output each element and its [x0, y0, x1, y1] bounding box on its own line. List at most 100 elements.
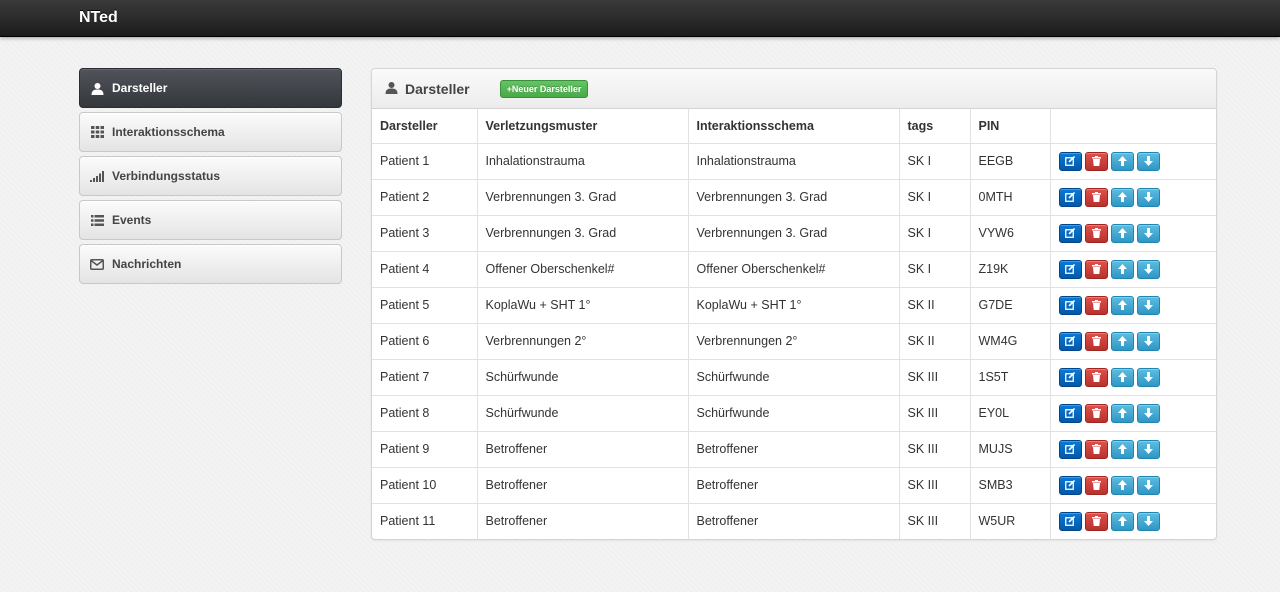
delete-button[interactable] [1084, 439, 1108, 459]
verletzungsmuster-cell: Schürfwunde [477, 359, 689, 396]
actions-cell [1050, 179, 1216, 216]
move-up-button[interactable] [1110, 295, 1134, 315]
user-icon [90, 81, 104, 95]
edit-button[interactable] [1058, 187, 1082, 207]
move-up-button[interactable] [1110, 511, 1134, 531]
move-down-button[interactable] [1136, 187, 1160, 207]
darsteller-cell: Patient 1 [372, 143, 478, 180]
move-down-button[interactable] [1136, 223, 1160, 243]
sidebar-item-verbindungsstatus[interactable]: Verbindungsstatus [79, 156, 342, 196]
pin-cell: 0MTH [970, 179, 1051, 216]
sidebar-item-events[interactable]: Events [79, 200, 342, 240]
arrow-up-icon [1117, 228, 1127, 238]
move-up-button[interactable] [1110, 151, 1134, 171]
new-darsteller-button[interactable]: +Neuer Darsteller [499, 79, 589, 98]
move-down-button[interactable] [1136, 295, 1160, 315]
tags-cell: SK I [899, 215, 971, 252]
sidebar-item-nachrichten[interactable]: Nachrichten [79, 244, 342, 284]
arrow-up-icon [1117, 156, 1127, 166]
arrow-down-icon [1143, 444, 1153, 454]
darsteller-cell: Patient 5 [372, 287, 478, 324]
delete-button[interactable] [1084, 295, 1108, 315]
tags-cell: SK III [899, 359, 971, 396]
actions-cell [1050, 287, 1216, 324]
move-up-button[interactable] [1110, 403, 1134, 423]
edit-button[interactable] [1058, 439, 1082, 459]
interaktionsschema-cell: Inhalationstrauma [688, 143, 900, 180]
delete-button[interactable] [1084, 511, 1108, 531]
tags-cell: SK III [899, 467, 971, 504]
move-up-button[interactable] [1110, 187, 1134, 207]
tags-cell: SK I [899, 179, 971, 216]
edit-button[interactable] [1058, 475, 1082, 495]
tags-cell: SK II [899, 323, 971, 360]
column-header-verletzungsmuster[interactable]: Verletzungsmuster [477, 109, 689, 144]
delete-button[interactable] [1084, 403, 1108, 423]
delete-button[interactable] [1084, 187, 1108, 207]
pin-cell: MUJS [970, 431, 1051, 468]
delete-button[interactable] [1084, 259, 1108, 279]
panel-title: Darsteller [405, 80, 470, 97]
move-down-button[interactable] [1136, 475, 1160, 495]
move-down-button[interactable] [1136, 439, 1160, 459]
move-up-button[interactable] [1110, 259, 1134, 279]
move-down-button[interactable] [1136, 367, 1160, 387]
arrow-down-icon [1143, 192, 1153, 202]
darsteller-cell: Patient 7 [372, 359, 478, 396]
sidebar-item-interaktionsschema[interactable]: Interaktionsschema [79, 112, 342, 152]
move-down-button[interactable] [1136, 511, 1160, 531]
column-header-darsteller[interactable]: Darsteller [372, 109, 478, 144]
edit-button[interactable] [1058, 511, 1082, 531]
edit-icon [1065, 264, 1075, 274]
delete-button[interactable] [1084, 151, 1108, 171]
arrow-up-icon [1117, 480, 1127, 490]
arrow-down-icon [1143, 264, 1153, 274]
edit-button[interactable] [1058, 151, 1082, 171]
delete-button[interactable] [1084, 223, 1108, 243]
trash-icon [1091, 480, 1101, 490]
actions-cell [1050, 323, 1216, 360]
move-up-button[interactable] [1110, 367, 1134, 387]
row-actions [1058, 403, 1209, 423]
sidebar-item-label: Nachrichten [112, 257, 182, 271]
delete-button[interactable] [1084, 475, 1108, 495]
darsteller-panel: Darsteller +Neuer Darsteller Darsteller … [371, 68, 1217, 540]
table-row: Patient 11 Betroffener Betroffener SK III W5… [372, 503, 1216, 539]
edit-button[interactable] [1058, 331, 1082, 351]
darsteller-cell: Patient 3 [372, 215, 478, 252]
edit-button[interactable] [1058, 259, 1082, 279]
trash-icon [1091, 156, 1101, 166]
delete-button[interactable] [1084, 331, 1108, 351]
tags-cell: SK I [899, 143, 971, 180]
darsteller-cell: Patient 2 [372, 179, 478, 216]
column-header-pin[interactable]: PIN [970, 109, 1051, 144]
move-up-button[interactable] [1110, 331, 1134, 351]
move-down-button[interactable] [1136, 331, 1160, 351]
sidebar-item-label: Events [112, 213, 152, 227]
edit-button[interactable] [1058, 223, 1082, 243]
edit-icon [1065, 480, 1075, 490]
edit-button[interactable] [1058, 403, 1082, 423]
brand-logo[interactable]: NTed [79, 9, 118, 27]
arrow-down-icon [1143, 228, 1153, 238]
move-down-button[interactable] [1136, 259, 1160, 279]
edit-button[interactable] [1058, 367, 1082, 387]
pin-cell: WM4G [970, 323, 1051, 360]
move-down-button[interactable] [1136, 151, 1160, 171]
move-up-button[interactable] [1110, 223, 1134, 243]
move-down-button[interactable] [1136, 403, 1160, 423]
trash-icon [1091, 264, 1101, 274]
verletzungsmuster-cell: KoplaWu + SHT 1° [477, 287, 689, 324]
actions-cell [1050, 503, 1216, 539]
move-up-button[interactable] [1110, 475, 1134, 495]
move-up-button[interactable] [1110, 439, 1134, 459]
arrow-up-icon [1117, 372, 1127, 382]
interaktionsschema-cell: Schürfwunde [688, 359, 900, 396]
arrow-up-icon [1117, 300, 1127, 310]
column-header-interaktionsschema[interactable]: Interaktionsschema [688, 109, 900, 144]
edit-button[interactable] [1058, 295, 1082, 315]
sidebar-item-darsteller[interactable]: Darsteller [79, 68, 342, 108]
delete-button[interactable] [1084, 367, 1108, 387]
pin-cell: SMB3 [970, 467, 1051, 504]
column-header-tags[interactable]: tags [899, 109, 971, 144]
